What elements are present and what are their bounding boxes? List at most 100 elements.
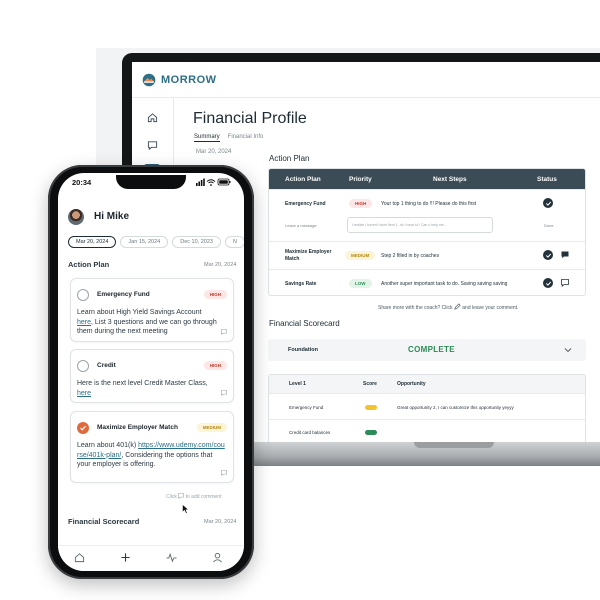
card-body: Learn about 401(k) https://www.udemy.com… xyxy=(77,441,227,470)
status-check[interactable] xyxy=(543,198,553,208)
check-icon xyxy=(545,253,551,258)
marketing-composite: MORROW Financial Profile Summary Financi… xyxy=(0,0,600,600)
nav-home[interactable] xyxy=(143,108,161,126)
priority-badge: MEDIUM xyxy=(196,423,227,432)
message-input[interactable]: I realize I haven't done Item 1, do I ha… xyxy=(347,217,493,233)
wifi-icon xyxy=(206,179,216,186)
body-text: , List 3 questions and we can go through… xyxy=(77,318,217,336)
table-header: Level 1 Score Opportunity xyxy=(269,375,585,393)
activity-icon[interactable] xyxy=(166,552,177,563)
priority-badge: HIGH xyxy=(349,199,373,208)
priority-badge: MEDIUM xyxy=(345,251,376,260)
laptop-notch xyxy=(414,442,494,448)
comment-icon xyxy=(178,493,185,500)
table-header: Action Plan Priority Next Steps Status xyxy=(269,169,585,189)
task-checkbox[interactable] xyxy=(77,360,89,372)
action-plan-table: Action Plan Priority Next Steps Status E… xyxy=(268,168,586,296)
date-pill[interactable]: Dec 10, 2023 xyxy=(172,236,221,248)
priority-badge: HIGH xyxy=(203,290,227,299)
row-name: Savings Rate xyxy=(285,281,317,287)
signal-icon xyxy=(196,178,205,186)
row-name: Emergency Fund xyxy=(285,201,326,207)
row-name: Maximize Employer Match xyxy=(285,249,332,262)
page-title: Financial Profile xyxy=(193,110,307,127)
phone-notch xyxy=(116,175,186,189)
score-indicator xyxy=(365,405,377,410)
check-icon xyxy=(545,201,551,206)
hint-text: to add comment xyxy=(185,494,222,500)
action-plan-heading: Action Plan xyxy=(269,154,310,163)
col-action-plan: Action Plan xyxy=(285,176,321,183)
foundation-accordion[interactable]: Foundation COMPLETE xyxy=(268,339,586,361)
greeting: Hi Mike xyxy=(94,211,130,222)
hint-text: Click xyxy=(166,494,177,500)
status-check[interactable] xyxy=(543,250,553,260)
comment-icon[interactable] xyxy=(221,329,227,335)
card-title: Emergency Fund xyxy=(97,291,150,298)
tab-summary[interactable]: Summary xyxy=(194,134,220,142)
foundation-label: Foundation xyxy=(288,347,318,353)
comment-icon[interactable] xyxy=(221,390,227,396)
col-next-steps: Next Steps xyxy=(433,176,467,183)
action-card[interactable]: Emergency Fund HIGH Learn about High Yie… xyxy=(70,278,234,342)
scorecard-date: Mar 20, 2024 xyxy=(204,519,237,525)
chevron-down-icon xyxy=(564,348,572,353)
body-text: Learn about High Yield Savings Account xyxy=(77,309,202,316)
opportunity-text: Great opportunity 2, I can customize thi… xyxy=(397,405,514,410)
col-score: Score xyxy=(363,381,377,387)
comment-icon[interactable] xyxy=(221,470,227,476)
date-pill[interactable]: Jan 15, 2024 xyxy=(120,236,169,248)
comment-hint: Click to add comment xyxy=(166,493,221,500)
table-row: Emergency Fund HIGH Your top 1 thing to … xyxy=(269,189,585,241)
nav-chat[interactable] xyxy=(143,136,161,154)
check-icon xyxy=(80,425,86,431)
done-label: Done xyxy=(544,223,554,228)
scorecard-table: Level 1 Score Opportunity Emergency Fund… xyxy=(268,374,586,442)
status-check[interactable] xyxy=(543,278,553,288)
action-card[interactable]: Credit HIGH Here is the next level Credi… xyxy=(70,349,234,403)
priority-badge: LOW xyxy=(349,279,372,288)
date-pill[interactable]: N xyxy=(224,236,244,248)
task-checkbox-checked[interactable] xyxy=(77,422,89,434)
score-indicator xyxy=(365,430,377,435)
priority-badge: HIGH xyxy=(203,361,227,370)
home-icon xyxy=(147,112,157,122)
laptop-base xyxy=(246,442,600,466)
row-name: Credit card balances xyxy=(289,430,331,435)
tab-financial-info[interactable]: Financial Info xyxy=(228,134,264,142)
col-opportunity: Opportunity xyxy=(397,381,426,387)
card-body: Learn about High Yield Savings Account h… xyxy=(77,308,227,337)
comment-outline-icon[interactable] xyxy=(561,279,569,287)
home-icon[interactable] xyxy=(74,552,85,563)
status-icons xyxy=(196,178,231,186)
share-hint: Share more with the coach? Click and lea… xyxy=(378,303,518,311)
share-hint-end: and leave your comment. xyxy=(462,305,519,311)
task-checkbox[interactable] xyxy=(77,289,89,301)
check-icon xyxy=(545,281,551,286)
col-level: Level 1 xyxy=(289,381,306,387)
morrow-logo-icon xyxy=(142,73,156,86)
scorecard-heading: Financial Scorecard xyxy=(269,319,340,328)
date-pill[interactable]: Mar 20, 2024 xyxy=(68,236,117,248)
row-name: Emergency Fund xyxy=(289,405,324,410)
comment-icon[interactable] xyxy=(561,251,569,259)
avatar[interactable] xyxy=(68,209,84,225)
pencil-icon[interactable] xyxy=(454,303,461,310)
card-body: Here is the next level Credit Master Cla… xyxy=(77,379,217,398)
chat-icon xyxy=(147,140,157,150)
next-step-text: Another super important task to do. Savi… xyxy=(381,281,508,287)
plus-icon[interactable] xyxy=(120,552,131,563)
card-title: Maximize Employer Match xyxy=(97,424,178,431)
action-plan-date: Mar 20, 2024 xyxy=(204,262,237,268)
card-title: Credit xyxy=(97,362,116,369)
table-row: Credit card balances xyxy=(269,419,585,442)
profile-icon[interactable] xyxy=(212,552,223,563)
card-link[interactable]: here xyxy=(77,319,91,326)
body-text: Learn about 401(k) xyxy=(77,442,137,449)
action-card[interactable]: Maximize Employer Match MEDIUM Learn abo… xyxy=(70,411,234,483)
brand-name: MORROW xyxy=(161,73,217,86)
bottom-nav xyxy=(58,545,244,571)
card-link[interactable]: here xyxy=(77,390,91,397)
table-row: Emergency Fund Great opportunity 2, I ca… xyxy=(269,393,585,419)
app-header: MORROW xyxy=(132,62,600,98)
